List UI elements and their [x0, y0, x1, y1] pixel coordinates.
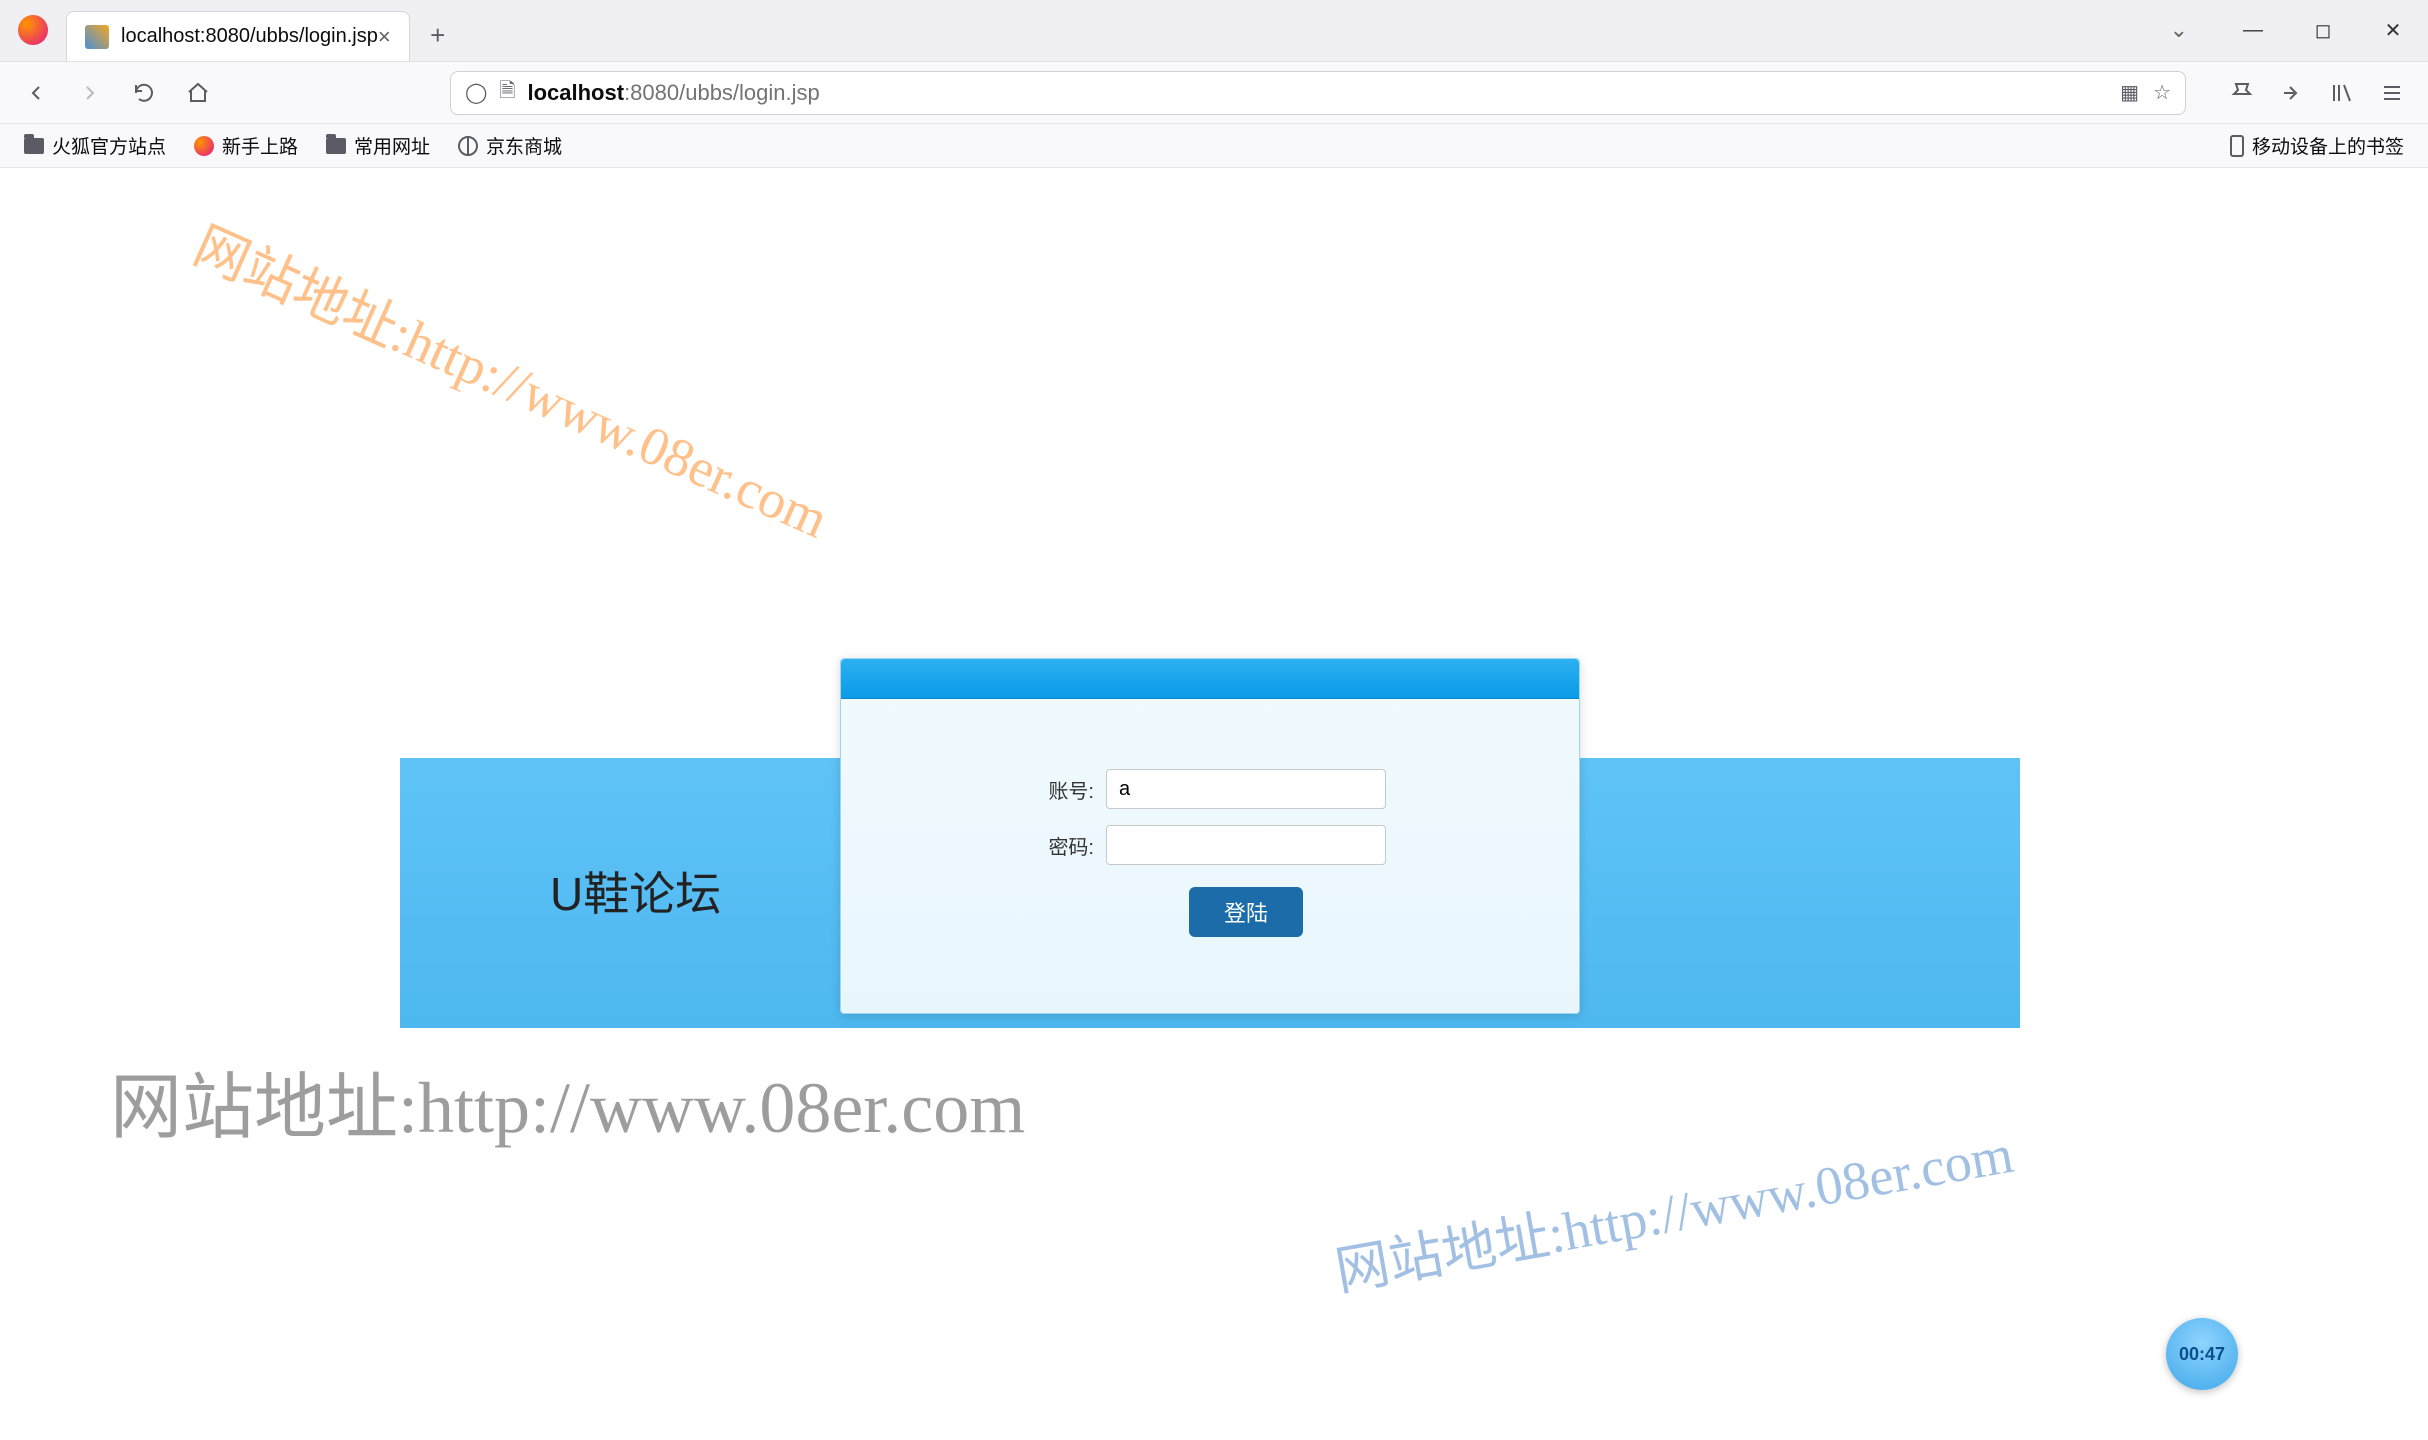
- mobile-bookmarks[interactable]: 移动设备上的书签: [2220, 128, 2414, 163]
- site-title: U鞋论坛: [550, 858, 721, 924]
- username-input[interactable]: [1106, 769, 1386, 809]
- tab-title: localhost:8080/ubbs/login.jsp: [121, 25, 378, 48]
- url-bar[interactable]: ◯ 🗎 localhost:8080/ubbs/login.jsp ▦ ☆: [450, 71, 2186, 115]
- folder-icon: [24, 138, 44, 154]
- window-minimize-button[interactable]: ―: [2218, 5, 2288, 55]
- nav-forward-button: [68, 71, 112, 115]
- app-menu-icon[interactable]: [2370, 71, 2414, 115]
- watermark: 网站地址:http://www.08er.com: [1328, 1109, 2018, 1306]
- firefox-logo-icon: [18, 15, 48, 45]
- tabs-dropdown-icon[interactable]: ⌄: [2170, 17, 2188, 43]
- password-label: 密码:: [1034, 831, 1094, 860]
- bookmark-item[interactable]: 常用网址: [316, 128, 440, 163]
- tab-close-icon[interactable]: ×: [378, 24, 391, 50]
- login-button[interactable]: 登陆: [1189, 887, 1303, 937]
- new-tab-button[interactable]: +: [416, 13, 460, 57]
- watermark: 网站地址:http://www.08er.com: [110, 1048, 1025, 1153]
- window-close-button[interactable]: ✕: [2358, 5, 2428, 55]
- nav-home-button[interactable]: [176, 71, 220, 115]
- firefox-icon: [194, 136, 214, 156]
- url-text: localhost:8080/ubbs/login.jsp: [527, 80, 2106, 106]
- bookmark-item[interactable]: 京东商城: [448, 128, 572, 163]
- qr-icon[interactable]: ▦: [2120, 80, 2139, 105]
- bookmark-item[interactable]: 新手上路: [184, 128, 308, 163]
- window-maximize-button[interactable]: ◻: [2288, 5, 2358, 55]
- bookmark-star-icon[interactable]: ☆: [2153, 80, 2171, 105]
- extension-pin-icon[interactable]: [2220, 71, 2264, 115]
- mobile-icon: [2230, 135, 2244, 157]
- globe-icon: [458, 136, 478, 156]
- account-icon[interactable]: [2270, 71, 2314, 115]
- login-panel-header: [841, 659, 1579, 699]
- login-panel: 账号: 密码: 登陆: [840, 658, 1580, 1014]
- site-info-icon[interactable]: 🗎: [499, 76, 515, 110]
- browser-tab[interactable]: localhost:8080/ubbs/login.jsp ×: [66, 11, 410, 61]
- recorder-time: 00:47: [2179, 1344, 2225, 1365]
- folder-icon: [326, 138, 346, 154]
- username-label: 账号:: [1034, 775, 1094, 804]
- nav-back-button[interactable]: [14, 71, 58, 115]
- bookmark-item[interactable]: 火狐官方站点: [14, 128, 176, 163]
- page-content: U鞋论坛 账号: 密码: 登陆 网站地址:http://www.08er.com…: [0, 168, 2428, 1440]
- password-input[interactable]: [1106, 825, 1386, 865]
- tracking-shield-icon[interactable]: ◯: [465, 80, 487, 105]
- browser-titlebar: localhost:8080/ubbs/login.jsp × + ⌄ ― ◻ …: [0, 0, 2428, 62]
- nav-reload-button[interactable]: [122, 71, 166, 115]
- window-controls: ⌄ ― ◻ ✕: [2170, 0, 2428, 61]
- browser-navbar: ◯ 🗎 localhost:8080/ubbs/login.jsp ▦ ☆: [0, 62, 2428, 124]
- recorder-timer-badge[interactable]: 00:47: [2166, 1318, 2238, 1390]
- library-icon[interactable]: [2320, 71, 2364, 115]
- tab-favicon-icon: [85, 25, 109, 49]
- watermark: 网站地址:http://www.08er.com: [184, 202, 843, 553]
- bookmarks-bar: 火狐官方站点 新手上路 常用网址 京东商城 移动设备上的书签: [0, 124, 2428, 168]
